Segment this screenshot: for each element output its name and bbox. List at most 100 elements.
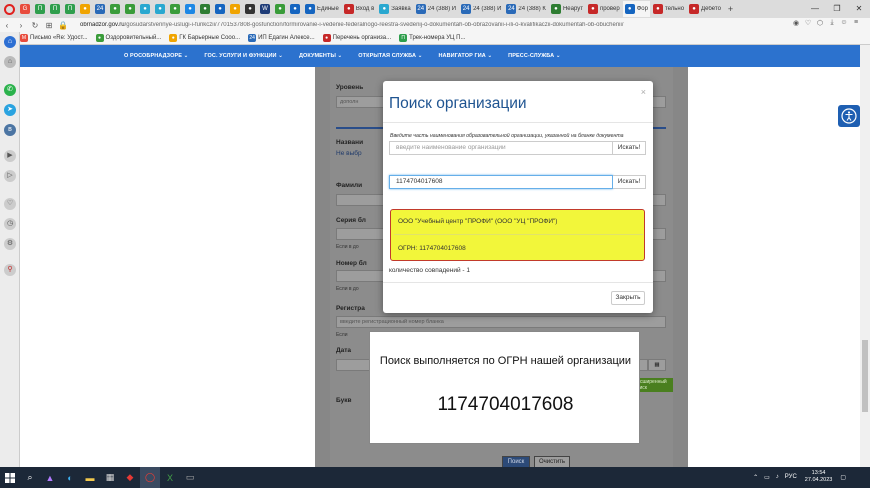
- whatsapp-icon[interactable]: ✆: [4, 84, 16, 96]
- browser-tab[interactable]: W: [258, 1, 272, 17]
- browser-tab[interactable]: ●: [153, 1, 167, 17]
- browser-tab[interactable]: ● тельно: [651, 1, 686, 17]
- new-tab-icon[interactable]: +: [728, 4, 733, 14]
- opera-menu-icon[interactable]: [0, 0, 18, 18]
- browser-tab[interactable]: 24 24 (388) И: [414, 1, 458, 17]
- accessibility-icon[interactable]: [838, 105, 860, 127]
- menu-icon[interactable]: ≡: [850, 19, 862, 27]
- flow-icon[interactable]: ▷: [4, 170, 16, 182]
- bookmark-item[interactable]: П Трек-номера УЦ П...: [399, 34, 465, 42]
- search-icon[interactable]: ⌕: [20, 467, 40, 488]
- browser-tab[interactable]: ●: [228, 1, 242, 17]
- browser-tab[interactable]: П: [63, 1, 77, 17]
- reload-icon[interactable]: ↻: [28, 21, 42, 30]
- browser-tab[interactable]: ● Заявка: [377, 1, 413, 17]
- browser-tab[interactable]: ●: [138, 1, 152, 17]
- download-icon[interactable]: ⤓: [826, 19, 838, 27]
- explorer-icon[interactable]: ▬: [80, 467, 100, 488]
- browser-tab[interactable]: ● Дебето: [687, 1, 723, 17]
- page-scrollbar[interactable]: [860, 45, 870, 467]
- browser-tab[interactable]: ●: [198, 1, 212, 17]
- browser-tab[interactable]: ●: [273, 1, 287, 17]
- minimize-icon[interactable]: —: [804, 0, 826, 18]
- browser-tab[interactable]: 24 24 (388) И: [459, 1, 503, 17]
- close-window-icon[interactable]: ✕: [848, 0, 870, 18]
- bookmark-item[interactable]: ● Перечень организа...: [322, 34, 391, 42]
- search-by-name-button[interactable]: Искать!: [613, 141, 646, 155]
- scrollbar-thumb[interactable]: [862, 340, 868, 412]
- camera-icon[interactable]: ◉: [790, 19, 802, 27]
- notifications-icon[interactable]: ▢: [840, 474, 846, 481]
- network-icon[interactable]: ▭: [764, 474, 770, 481]
- url-field[interactable]: obrnadzor.gov.ru/gosudarstvennye-uslugi-…: [80, 22, 670, 28]
- browser-tab[interactable]: ●: [213, 1, 227, 17]
- calendar-icon[interactable]: ▦: [648, 359, 666, 371]
- windows-start-icon[interactable]: [0, 467, 20, 488]
- browser-tab[interactable]: 24 24 (388) К: [504, 1, 548, 17]
- site-nav-item[interactable]: ГОС. УСЛУГИ И ФУНКЦИИ ⌄: [204, 53, 283, 59]
- extensions-icon[interactable]: ⬡: [814, 19, 826, 27]
- browser-tab[interactable]: ●: [123, 1, 137, 17]
- tray-arrow-icon[interactable]: ⌃: [753, 474, 758, 481]
- organization-name-input[interactable]: введите наименование организации: [389, 141, 613, 155]
- search-button[interactable]: Поиск: [502, 456, 530, 467]
- browser-tab[interactable]: ●: [108, 1, 122, 17]
- browser-tab[interactable]: ●: [243, 1, 257, 17]
- home-page-icon[interactable]: ⌂: [4, 56, 16, 68]
- app-icon[interactable]: ▲: [40, 467, 60, 488]
- bookmark-item[interactable]: 24 ИП Едагин Алексе...: [248, 34, 315, 42]
- search-by-ogrn-button[interactable]: Искать!: [613, 175, 646, 189]
- heart-icon[interactable]: ♡: [802, 19, 814, 27]
- telegram-icon[interactable]: ➤: [4, 104, 16, 116]
- search-result-item[interactable]: ООО "Учебный центр "ПРОФИ" (ООО "УЦ "ПРО…: [390, 209, 645, 261]
- browser-tab[interactable]: G: [18, 1, 32, 17]
- browser-tab[interactable]: ●: [78, 1, 92, 17]
- favorites-icon[interactable]: ♡: [4, 198, 16, 210]
- browser-tab[interactable]: П: [33, 1, 47, 17]
- bookmark-item[interactable]: M Письмо «Re: Удост...: [20, 34, 88, 42]
- bookmark-item[interactable]: ● ГК Барьерные Сооо...: [169, 34, 240, 42]
- browser-tab[interactable]: ● Фор: [622, 1, 650, 17]
- browser-tab[interactable]: ●: [168, 1, 182, 17]
- ogrn-input[interactable]: 1174704017608: [389, 175, 613, 189]
- browser-tab[interactable]: П: [48, 1, 62, 17]
- browser-tab[interactable]: ● провер: [586, 1, 622, 17]
- browser-tab[interactable]: ●: [288, 1, 302, 17]
- speed-dial-icon[interactable]: ⊞: [42, 21, 56, 30]
- vk-icon[interactable]: в: [4, 124, 16, 136]
- account-icon[interactable]: ☺: [838, 19, 850, 27]
- name-value[interactable]: Не выбр: [336, 150, 362, 157]
- pdf-icon[interactable]: ◆: [120, 467, 140, 488]
- site-nav-item[interactable]: ПРЕСС-СЛУЖБА ⌄: [508, 53, 560, 59]
- bookmark-item[interactable]: ● Оздоровительный...: [95, 34, 161, 42]
- site-nav-item[interactable]: НАВИГАТОР ГИА ⌄: [438, 53, 492, 59]
- modal-close-button[interactable]: Закрыть: [611, 291, 645, 305]
- browser-tab[interactable]: ● Вход в: [342, 1, 376, 17]
- clock[interactable]: 13:54 27.04.2023: [805, 470, 833, 484]
- browser-tab[interactable]: ●: [183, 1, 197, 17]
- language-indicator[interactable]: РУС: [785, 474, 797, 480]
- grid-app-icon[interactable]: ▦: [100, 467, 120, 488]
- player-icon[interactable]: ▶: [4, 150, 16, 162]
- pin-icon[interactable]: ⚲: [4, 264, 16, 276]
- settings-icon[interactable]: ⚙: [4, 238, 16, 250]
- volume-icon[interactable]: ♪: [776, 474, 779, 480]
- forward-icon[interactable]: ›: [14, 21, 28, 30]
- browser-tab[interactable]: 24: [93, 1, 107, 17]
- maximize-icon[interactable]: ❐: [826, 0, 848, 18]
- browser-tab[interactable]: ● Неарут: [549, 1, 585, 17]
- site-nav-item[interactable]: О РОСОБРНАДЗОРЕ ⌄: [124, 53, 188, 59]
- browser-tab[interactable]: ● Единые: [303, 1, 341, 17]
- history-icon[interactable]: ◷: [4, 218, 16, 230]
- back-icon[interactable]: ‹: [0, 21, 14, 30]
- site-nav-item[interactable]: ДОКУМЕНТЫ ⌄: [299, 53, 342, 59]
- edge-icon[interactable]: ◐: [60, 467, 80, 488]
- home-icon[interactable]: ⌂: [4, 36, 16, 48]
- taskbar-app-icon[interactable]: ▭: [180, 467, 200, 488]
- close-icon[interactable]: ×: [641, 87, 646, 97]
- clear-button[interactable]: Очистить: [534, 456, 570, 467]
- reg-number-input[interactable]: введите регистрационный номер бланка: [336, 316, 666, 328]
- excel-icon[interactable]: X: [160, 467, 180, 488]
- site-nav-item[interactable]: ОТКРЫТАЯ СЛУЖБА ⌄: [358, 53, 422, 59]
- opera-taskbar-icon[interactable]: ◯: [140, 467, 160, 488]
